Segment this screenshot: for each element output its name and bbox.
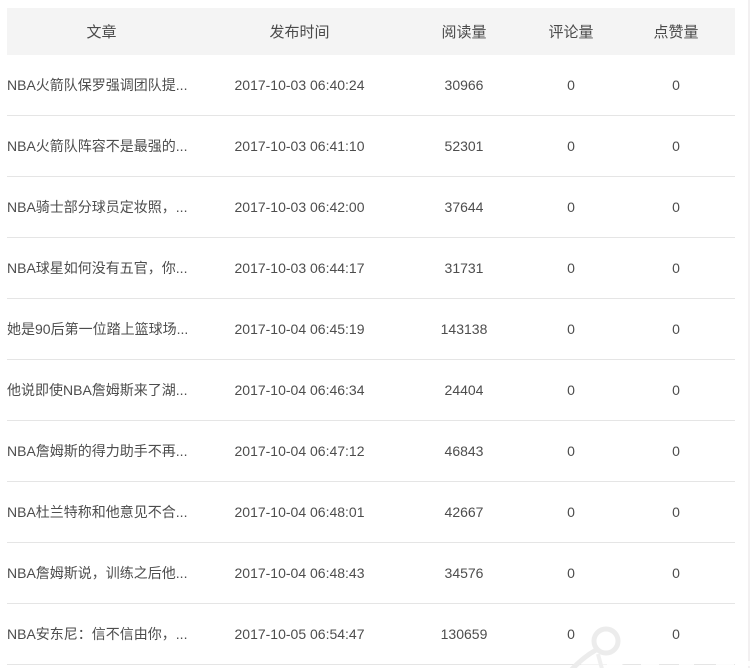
cell-title[interactable]: NBA火箭队保罗强调团队提... (7, 55, 196, 116)
cell-likes: 0 (617, 359, 735, 421)
cell-comments: 0 (525, 55, 617, 116)
cell-title[interactable]: NBA詹姆斯说，训练之后他... (7, 542, 196, 604)
cell-publish_time: 2017-10-03 06:41:10 (196, 115, 403, 177)
cell-likes: 0 (617, 420, 735, 482)
table-row: NBA詹姆斯说，训练之后他... 2017-10-04 06:48:43 34576… (7, 542, 735, 604)
articles-stats-table: 文章 发布时间 阅读量 评论量 点赞量 NBA火箭队保罗强调团队提... 2017-10-… (7, 8, 735, 665)
table-row: NBA球星如何没有五官，你... 2017-10-03 06:44:17 31731… (7, 237, 735, 299)
cell-reads: 24404 (403, 359, 525, 421)
cell-publish_time: 2017-10-04 06:46:34 (196, 359, 403, 421)
cell-comments: 0 (525, 237, 617, 299)
cell-publish_time: 2017-10-03 06:44:17 (196, 237, 403, 299)
panel-right-border (748, 0, 750, 668)
cell-comments: 0 (525, 298, 617, 360)
cell-title[interactable]: 他说即使NBA詹姆斯来了湖... (7, 359, 196, 421)
cell-comments: 0 (525, 603, 617, 665)
cell-title[interactable]: NBA杜兰特称和他意见不合... (7, 481, 196, 543)
cell-reads: 52301 (403, 115, 525, 177)
cell-publish_time: 2017-10-04 06:48:01 (196, 481, 403, 543)
cell-likes: 0 (617, 481, 735, 543)
table-row: NBA火箭队保罗强调团队提... 2017-10-03 06:40:24 30966… (7, 55, 735, 116)
cell-likes: 0 (617, 115, 735, 177)
cell-likes: 0 (617, 298, 735, 360)
cell-likes: 0 (617, 176, 735, 238)
cell-reads: 37644 (403, 176, 525, 238)
cell-title[interactable]: 她是90后第一位踏上篮球场... (7, 298, 196, 360)
cell-title[interactable]: NBA安东尼：信不信由你，... (7, 603, 196, 665)
cell-title[interactable]: NBA詹姆斯的得力助手不再... (7, 420, 196, 482)
column-header-publish_time: 发布时间 (196, 8, 403, 55)
cell-reads: 46843 (403, 420, 525, 482)
cell-publish_time: 2017-10-03 06:42:00 (196, 176, 403, 238)
table-body: NBA火箭队保罗强调团队提... 2017-10-03 06:40:24 30966… (7, 55, 735, 665)
cell-likes: 0 (617, 542, 735, 604)
table-row: NBA骑士部分球员定妆照，... 2017-10-03 06:42:00 37644… (7, 176, 735, 238)
cell-publish_time: 2017-10-04 06:47:12 (196, 420, 403, 482)
table-row: 她是90后第一位踏上篮球场... 2017-10-04 06:45:19 14313… (7, 298, 735, 360)
table-row: NBA杜兰特称和他意见不合... 2017-10-04 06:48:01 42667… (7, 481, 735, 543)
header-row: 文章 发布时间 阅读量 评论量 点赞量 (7, 8, 735, 55)
table-row: NBA火箭队阵容不是最强的... 2017-10-03 06:41:10 52301… (7, 115, 735, 177)
column-header-likes: 点赞量 (617, 8, 735, 55)
cell-publish_time: 2017-10-05 06:54:47 (196, 603, 403, 665)
cell-reads: 130659 (403, 603, 525, 665)
cell-title[interactable]: NBA骑士部分球员定妆照，... (7, 176, 196, 238)
cell-likes: 0 (617, 55, 735, 116)
cell-comments: 0 (525, 359, 617, 421)
cell-reads: 30966 (403, 55, 525, 116)
table-header: 文章 发布时间 阅读量 评论量 点赞量 (7, 8, 735, 55)
cell-publish_time: 2017-10-03 06:40:24 (196, 55, 403, 116)
cell-title[interactable]: NBA火箭队阵容不是最强的... (7, 115, 196, 177)
table-row: NBA安东尼：信不信由你，... 2017-10-05 06:54:47 13065… (7, 603, 735, 665)
cell-reads: 31731 (403, 237, 525, 299)
cell-title[interactable]: NBA球星如何没有五官，你... (7, 237, 196, 299)
cell-comments: 0 (525, 542, 617, 604)
cell-comments: 0 (525, 481, 617, 543)
column-header-reads: 阅读量 (403, 8, 525, 55)
cell-reads: 143138 (403, 298, 525, 360)
cell-likes: 0 (617, 603, 735, 665)
column-header-title: 文章 (7, 8, 196, 55)
cell-publish_time: 2017-10-04 06:48:43 (196, 542, 403, 604)
cell-likes: 0 (617, 237, 735, 299)
cell-comments: 0 (525, 176, 617, 238)
cell-publish_time: 2017-10-04 06:45:19 (196, 298, 403, 360)
cell-reads: 42667 (403, 481, 525, 543)
cell-comments: 0 (525, 115, 617, 177)
cell-reads: 34576 (403, 542, 525, 604)
column-header-comments: 评论量 (525, 8, 617, 55)
cell-comments: 0 (525, 420, 617, 482)
table-row: NBA詹姆斯的得力助手不再... 2017-10-04 06:47:12 46843… (7, 420, 735, 482)
table-row: 他说即使NBA詹姆斯来了湖... 2017-10-04 06:46:34 24404… (7, 359, 735, 421)
